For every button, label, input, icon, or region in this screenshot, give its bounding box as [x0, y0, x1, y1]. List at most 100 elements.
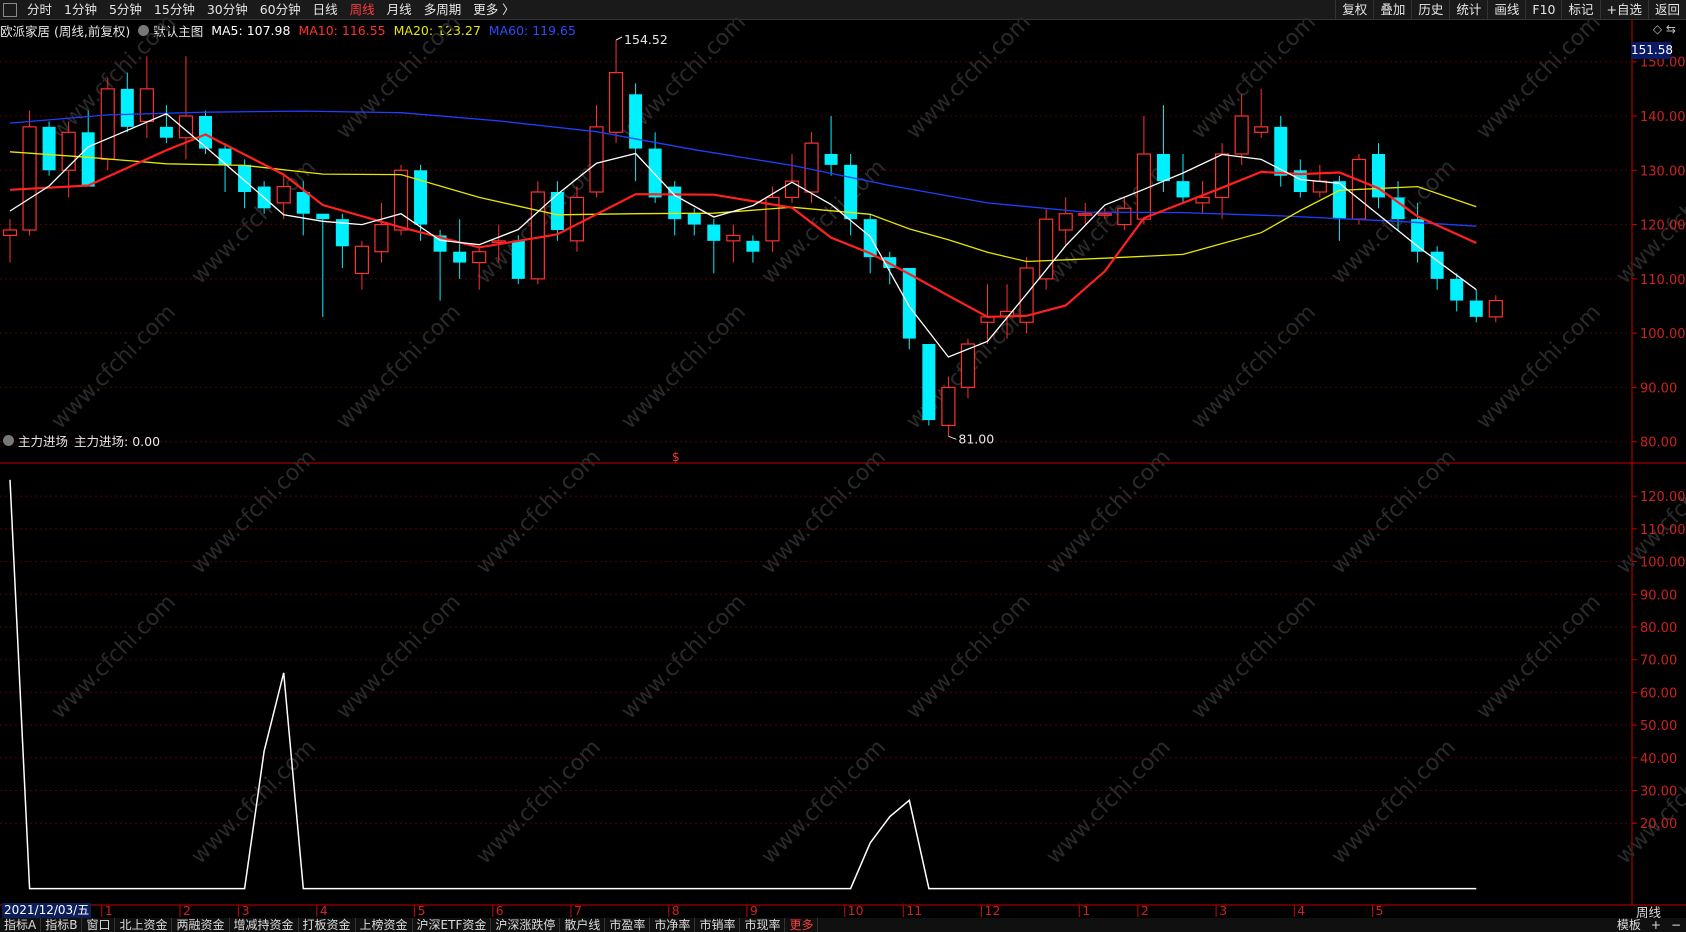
month-label: 7: [574, 903, 582, 918]
bottom-tab-6[interactable]: 打板资金: [299, 918, 356, 932]
candle-body-up: [393, 169, 409, 231]
indicator-settings-icon[interactable]: [3, 434, 14, 446]
watermark-text: www.cfchi.com: [332, 300, 466, 434]
candle-body-up: [22, 126, 37, 231]
watermark-text: www.cfchi.com: [1472, 10, 1606, 144]
candle-body-up: [589, 126, 604, 193]
candle-body-down: [1156, 154, 1170, 182]
candle-body-down: [1430, 251, 1444, 279]
bottom-tab-12[interactable]: 市净率: [650, 918, 696, 932]
price-axis-label: 100.00: [1640, 327, 1686, 342]
month-label: 11: [906, 903, 922, 918]
bottom-control-0[interactable]: 模板: [1612, 918, 1646, 932]
candle-body-down: [824, 154, 838, 165]
watermark-text: www.cfchi.com: [1327, 735, 1461, 869]
candle-body-up: [1214, 153, 1230, 199]
indicator-axis-label: 70.00: [1640, 654, 1677, 669]
watermark-text: www.cfchi.com: [617, 300, 751, 434]
watermark-text: www.cfchi.com: [332, 10, 466, 144]
bottom-tab-10[interactable]: 散户线: [560, 918, 606, 932]
candle-body-up: [608, 71, 624, 133]
watermark-text: www.cfchi.com: [1042, 735, 1176, 869]
candle-body-up: [1136, 153, 1152, 220]
kline-chart[interactable]: www.cfchi.comwww.cfchi.comwww.cfchi.comw…: [0, 0, 1686, 932]
indicator-value: 主力进场: 0.00: [74, 433, 161, 449]
bottom-tab-2[interactable]: 窗口: [82, 918, 116, 932]
candle-body-down: [902, 268, 916, 339]
watermark-text: www.cfchi.com: [757, 445, 891, 579]
bottom-control-2[interactable]: −: [1666, 918, 1686, 932]
bottom-control-1[interactable]: +: [1646, 918, 1666, 932]
candle-body-up: [1097, 213, 1112, 216]
candle-body-down: [316, 213, 330, 220]
indicator-axis-label: 30.00: [1640, 785, 1677, 800]
high-annotation: 154.52: [624, 32, 668, 47]
candle-body-down: [218, 148, 232, 165]
bottom-indicator-tabs: 指标A 指标B 窗口 北上资金 两融资金 增减持资金 打板资金 上榜资金 沪深ETF资金 沪深涨跌…: [0, 918, 1686, 932]
candle-body-down: [296, 192, 310, 214]
indicator-axis-label: 60.00: [1640, 686, 1677, 701]
high-annotation-arrow: [615, 36, 623, 41]
month-label: 9: [750, 903, 758, 918]
candle-body-up: [139, 88, 154, 123]
month-label: 1: [1082, 903, 1090, 918]
indicator-axis-label: 50.00: [1640, 719, 1677, 734]
indicator-axis-label: 90.00: [1640, 588, 1677, 603]
candle-body-down: [746, 240, 760, 252]
watermark-text: www.cfchi.com: [902, 590, 1036, 724]
price-axis-label: 120.00: [1640, 219, 1686, 234]
indicator-name[interactable]: 主力进场: [18, 431, 68, 450]
candle-body-up: [1254, 126, 1269, 133]
bottom-tab-14[interactable]: 市现率: [740, 918, 786, 932]
indicator-axis-label: 110.00: [1640, 523, 1686, 538]
candle-body-down: [238, 164, 252, 192]
indicator-axis-label: 80.00: [1640, 621, 1677, 636]
candle-body-up: [100, 88, 115, 161]
candle-body-down: [1391, 197, 1405, 220]
bottom-tab-9[interactable]: 沪深涨跌停: [491, 918, 561, 932]
bottom-tab-3[interactable]: 北上资金: [115, 918, 173, 932]
indicator-axis-label: 40.00: [1640, 752, 1677, 767]
bottom-tab-0[interactable]: 指标A: [0, 918, 42, 932]
candle-body-down: [922, 344, 936, 420]
bottom-tab-7[interactable]: 上榜资金: [356, 918, 413, 932]
watermark-text: www.cfchi.com: [472, 735, 606, 869]
candle-body-down: [707, 224, 721, 241]
indicator-panel-title: 主力进场 主力进场: 0.00: [0, 431, 160, 449]
price-axis-label: 110.00: [1640, 273, 1686, 288]
watermark-text: www.cfchi.com: [472, 445, 606, 579]
watermark-text: www.cfchi.com: [187, 445, 321, 579]
month-label: 12: [985, 903, 1001, 918]
bottom-tab-1[interactable]: 指标B: [41, 918, 83, 932]
month-label: 1: [105, 903, 113, 918]
watermark-text: www.cfchi.com: [1187, 590, 1321, 724]
bottom-tab-5[interactable]: 增减持资金: [230, 918, 299, 932]
signal-marker: $: [672, 450, 680, 464]
candle-body-down: [687, 213, 701, 225]
bottom-tab-11[interactable]: 市盈率: [605, 918, 651, 932]
candle-body-up: [726, 234, 741, 242]
month-label: 3: [242, 903, 250, 918]
candle-body-up: [1117, 207, 1132, 226]
candle-body-up: [530, 191, 545, 280]
low-annotation-arrow: [948, 435, 957, 440]
bottom-tab-8[interactable]: 沪深ETF资金: [413, 918, 492, 932]
month-label: 2: [1141, 903, 1149, 918]
indicator-axis-label: 20.00: [1640, 817, 1677, 832]
bottom-tab-15[interactable]: 更多: [785, 918, 819, 932]
watermark-text: www.cfchi.com: [187, 735, 321, 869]
candle-body-up: [276, 185, 291, 204]
price-axis-label: 90.00: [1640, 381, 1677, 396]
candle-body-up: [1488, 299, 1503, 318]
watermark-text: www.cfchi.com: [1472, 300, 1606, 434]
month-label: 8: [672, 903, 680, 918]
current-price-box: 151.58: [1631, 42, 1673, 59]
bottom-tab-13[interactable]: 市销率: [695, 918, 741, 932]
candle-body-down: [648, 148, 662, 198]
bottom-tab-4[interactable]: 两融资金: [172, 918, 230, 932]
candle-body-up: [1058, 213, 1073, 231]
watermark-text: www.cfchi.com: [617, 590, 751, 724]
month-label: 4: [320, 903, 328, 918]
candle-body-up: [569, 196, 585, 242]
cursor-date-label: 2021/12/03/五: [2, 903, 92, 918]
